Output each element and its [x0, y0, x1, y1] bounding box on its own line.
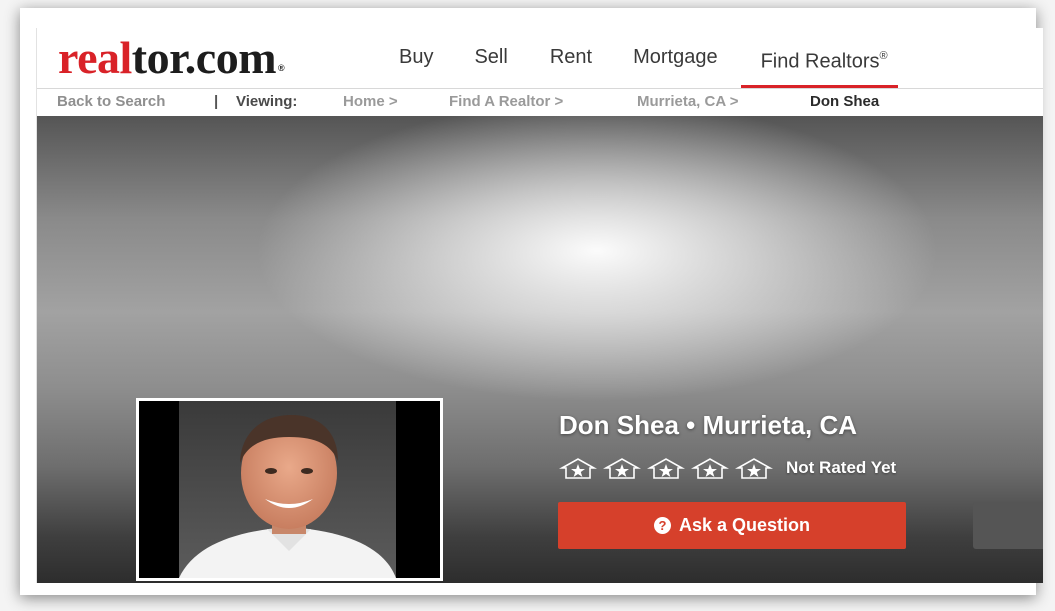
logo-text-tor: tor.com [131, 32, 277, 83]
agent-portrait-image [139, 401, 440, 578]
ask-question-button[interactable]: ? Ask a Question [558, 502, 906, 549]
profile-hero: Don Shea • Murrieta, CA Not Rated Yet ? … [37, 116, 1043, 583]
ask-question-label: Ask a Question [678, 515, 811, 535]
house-star-icon [559, 458, 597, 479]
logo-registered-mark: ® [278, 63, 285, 73]
breadcrumb-viewing-label: Viewing: [236, 93, 298, 110]
nav-find-realtors-label: Find Realtors [760, 50, 880, 73]
breadcrumb-city-link[interactable]: Murrieta, CA > [637, 89, 739, 115]
breadcrumb-separator: | [214, 93, 219, 110]
house-star-icon [735, 458, 773, 479]
breadcrumb-find-realtor-link[interactable]: Find A Realtor > [449, 89, 563, 115]
breadcrumb-current: Don Shea [810, 93, 880, 110]
rating-label: Not Rated Yet [786, 458, 897, 477]
screenshot-frame: realtor.com ® Buy Sell Rent Mortgage Find… [20, 8, 1043, 595]
nav-find-realtors[interactable]: Find Realtors® [740, 28, 898, 88]
house-star-icon [603, 458, 641, 479]
nav-mortgage[interactable]: Mortgage [633, 28, 718, 88]
secondary-action-button[interactable] [973, 502, 1043, 549]
back-to-search-link[interactable]: Back to Search [57, 89, 165, 115]
house-star-icon [691, 458, 729, 479]
realtor-logo[interactable]: realtor.com ® [58, 32, 285, 84]
breadcrumb: Back to Search | Viewing: Home > Find A … [37, 89, 1043, 116]
logo-text-real: real [58, 32, 132, 83]
nav-sell[interactable]: Sell [474, 28, 507, 88]
site-header: realtor.com ® Buy Sell Rent Mortgage Find… [37, 28, 1043, 89]
agent-photo [136, 398, 443, 581]
question-circle-icon: ? [653, 517, 671, 534]
nav-rent[interactable]: Rent [550, 28, 592, 88]
main-nav: Buy Sell Rent Mortgage Find Realtors® [397, 28, 898, 88]
nav-registered-mark: ® [879, 50, 888, 62]
browser-viewport: realtor.com ® Buy Sell Rent Mortgage Find… [36, 28, 1043, 583]
breadcrumb-home-link[interactable]: Home > [343, 89, 398, 115]
nav-buy[interactable]: Buy [399, 28, 433, 88]
agent-rating: Not Rated Yet [559, 455, 896, 481]
agent-title: Don Shea • Murrieta, CA [559, 410, 858, 440]
house-star-icon [647, 458, 685, 479]
